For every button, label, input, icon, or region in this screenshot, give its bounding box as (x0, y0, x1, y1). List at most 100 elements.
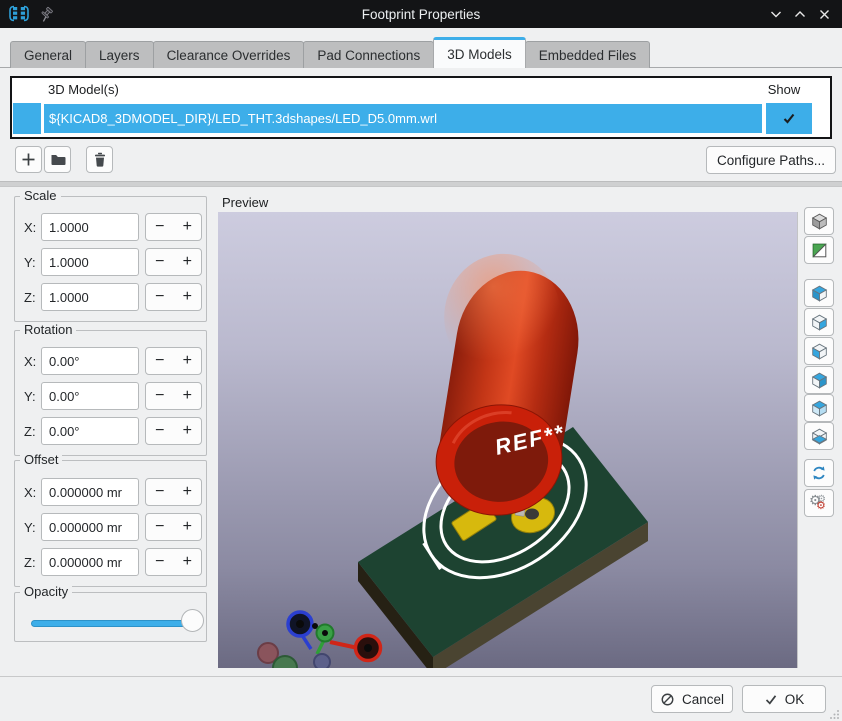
increment-button[interactable]: + (174, 514, 202, 540)
reload-view-button[interactable] (804, 459, 834, 487)
axis-gizmo (258, 612, 381, 668)
decrement-button[interactable]: − (146, 418, 174, 444)
view-back-icon (810, 371, 829, 390)
decrement-button[interactable]: − (146, 514, 174, 540)
tab-clearance-overrides[interactable]: Clearance Overrides (153, 41, 305, 68)
opacity-slider-handle[interactable] (181, 609, 204, 632)
scale-x-stepper[interactable]: − + (145, 213, 202, 241)
chevron-up-icon (794, 9, 806, 20)
view-left-button[interactable] (804, 279, 834, 307)
ok-check-icon (764, 693, 778, 706)
window-title: Footprint Properties (0, 7, 842, 22)
scale-x-label: X: (24, 220, 36, 235)
titlebar[interactable]: Footprint Properties (0, 0, 842, 28)
view-back-button[interactable] (804, 366, 834, 394)
rotation-group-label: Rotation (20, 322, 76, 337)
rotation-z-label: Z: (24, 424, 36, 439)
rotation-group: Rotation X: − + Y: − + Z: − + (14, 330, 207, 456)
configure-paths-button[interactable]: Configure Paths... (706, 146, 836, 174)
offset-group: Offset X: − + Y: − + Z: − + (14, 460, 207, 587)
tab-general[interactable]: General (10, 41, 86, 68)
increment-button[interactable]: + (174, 348, 202, 374)
view-front-icon (810, 342, 829, 361)
offset-y-input[interactable] (41, 513, 139, 541)
browse-model-button[interactable] (44, 146, 71, 173)
render-material-button[interactable] (804, 236, 834, 264)
opacity-slider-track[interactable] (31, 620, 199, 627)
rotation-z-stepper[interactable]: − + (145, 417, 202, 445)
increment-button[interactable]: + (174, 249, 202, 275)
add-model-button[interactable] (15, 146, 42, 173)
row-header[interactable] (13, 103, 41, 134)
offset-y-label: Y: (24, 520, 36, 535)
tab-layers[interactable]: Layers (85, 41, 154, 68)
rotation-y-input[interactable] (41, 382, 139, 410)
view-bottom-icon (810, 427, 829, 446)
delete-model-button[interactable] (86, 146, 113, 173)
scale-z-input[interactable] (41, 283, 139, 311)
scale-y-stepper[interactable]: − + (145, 248, 202, 276)
orthographic-projection-button[interactable] (804, 207, 834, 235)
decrement-button[interactable]: − (146, 249, 174, 275)
decrement-button[interactable]: − (146, 383, 174, 409)
tab-embedded-files[interactable]: Embedded Files (525, 41, 651, 68)
trash-icon (91, 151, 109, 169)
maximize-window-button[interactable] (790, 6, 810, 22)
opacity-group: Opacity (14, 592, 207, 642)
increment-button[interactable]: + (174, 479, 202, 505)
plus-icon (20, 151, 37, 168)
model-show-cell[interactable] (766, 103, 812, 134)
close-icon (819, 9, 830, 20)
ok-button[interactable]: OK (742, 685, 826, 713)
offset-group-label: Offset (20, 452, 62, 467)
tab-bar: General Layers Clearance Overrides Pad C… (10, 38, 649, 68)
3d-scene: REF** (218, 212, 798, 668)
view-front-button[interactable] (804, 337, 834, 365)
offset-x-stepper[interactable]: − + (145, 478, 202, 506)
shade-window-button[interactable] (766, 6, 786, 22)
scale-z-label: Z: (24, 290, 36, 305)
tab-3d-models[interactable]: 3D Models (433, 37, 526, 68)
cancel-icon (660, 692, 675, 707)
increment-button[interactable]: + (174, 214, 202, 240)
offset-z-stepper[interactable]: − + (145, 548, 202, 576)
viewport-settings-button[interactable]: ⚙⚙⚙ (804, 489, 834, 517)
rotation-z-input[interactable] (41, 417, 139, 445)
resize-grip[interactable] (830, 709, 840, 719)
rotation-y-stepper[interactable]: − + (145, 382, 202, 410)
decrement-button[interactable]: − (146, 284, 174, 310)
offset-x-label: X: (24, 485, 36, 500)
view-right-icon (810, 313, 829, 332)
view-top-button[interactable] (804, 394, 834, 422)
increment-button[interactable]: + (174, 418, 202, 444)
scale-y-input[interactable] (41, 248, 139, 276)
increment-button[interactable]: + (174, 383, 202, 409)
view-bottom-button[interactable] (804, 422, 834, 450)
scale-z-stepper[interactable]: − + (145, 283, 202, 311)
3d-preview-canvas[interactable]: REF** (218, 212, 798, 668)
scale-x-input[interactable] (41, 213, 139, 241)
model-path-cell[interactable]: ${KICAD8_3DMODEL_DIR}/LED_THT.3dshapes/L… (43, 103, 763, 134)
offset-x-input[interactable] (41, 478, 139, 506)
render-material-icon (810, 241, 829, 260)
increment-button[interactable]: + (174, 284, 202, 310)
decrement-button[interactable]: − (146, 549, 174, 575)
close-window-button[interactable] (814, 6, 834, 22)
offset-z-input[interactable] (41, 548, 139, 576)
increment-button[interactable]: + (174, 549, 202, 575)
decrement-button[interactable]: − (146, 479, 174, 505)
rotation-x-input[interactable] (41, 347, 139, 375)
chevron-down-icon (770, 9, 782, 20)
preview-label: Preview (222, 195, 268, 210)
decrement-button[interactable]: − (146, 348, 174, 374)
model-column-header: 3D Model(s) (48, 82, 119, 97)
tab-pad-connections[interactable]: Pad Connections (303, 41, 434, 68)
rotation-x-stepper[interactable]: − + (145, 347, 202, 375)
offset-y-stepper[interactable]: − + (145, 513, 202, 541)
decrement-button[interactable]: − (146, 214, 174, 240)
opacity-group-label: Opacity (20, 584, 72, 599)
view-right-button[interactable] (804, 308, 834, 336)
footprint-properties-dialog: Footprint Properties General Layers Clea… (0, 0, 842, 721)
view-left-icon (810, 284, 829, 303)
cancel-button[interactable]: Cancel (651, 685, 733, 713)
